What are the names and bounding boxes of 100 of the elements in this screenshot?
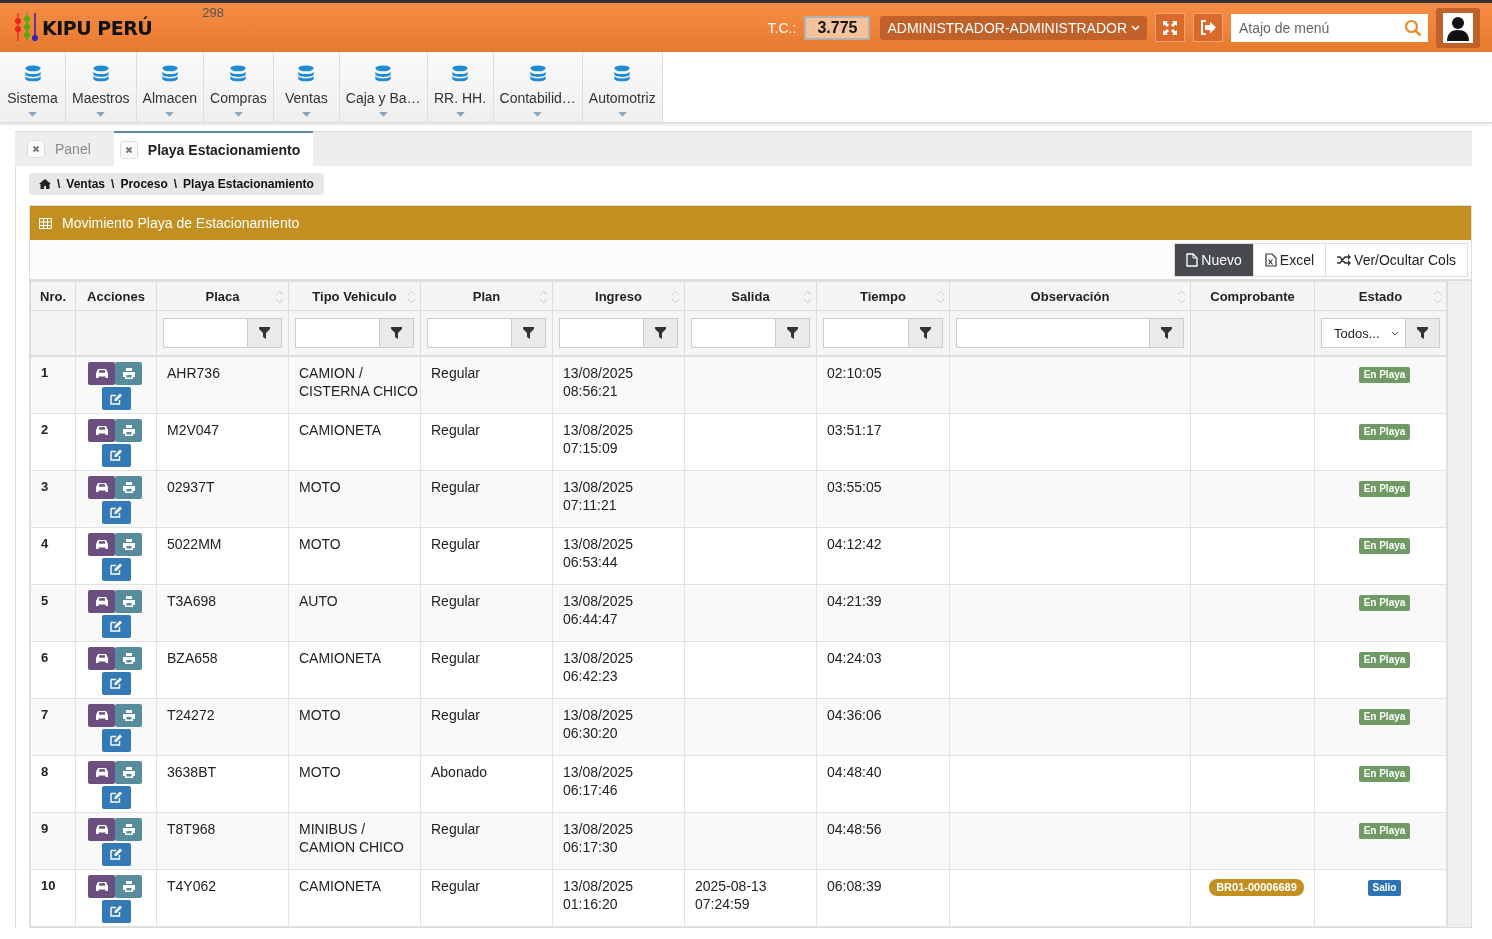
- table-cell: 03:51:17: [816, 413, 950, 470]
- print-button[interactable]: [115, 532, 142, 556]
- breadcrumb-link[interactable]: Proceso: [120, 177, 168, 191]
- table-cell: 3638BT: [156, 755, 289, 812]
- file-icon: [1186, 252, 1199, 267]
- menu-item[interactable]: Almacen: [136, 52, 205, 122]
- menu-item[interactable]: Maestros: [66, 52, 137, 122]
- column-header[interactable]: Plan: [420, 281, 553, 311]
- vehicle-button[interactable]: [88, 362, 115, 385]
- logout-button[interactable]: [1193, 13, 1223, 42]
- edit-button[interactable]: [101, 557, 131, 581]
- edit-button[interactable]: [101, 785, 131, 809]
- table-cell: 1: [30, 356, 76, 413]
- vehicle-button[interactable]: [88, 703, 115, 727]
- filter-button[interactable]: [380, 318, 414, 348]
- menu-item[interactable]: Automotriz: [582, 52, 663, 122]
- vehicle-button[interactable]: [88, 475, 115, 499]
- breadcrumb-link[interactable]: Ventas: [66, 177, 106, 191]
- menu-item[interactable]: Sistema: [0, 52, 66, 122]
- filter-field[interactable]: [956, 318, 1150, 348]
- print-button[interactable]: [115, 760, 142, 784]
- vehicle-button[interactable]: [88, 760, 115, 784]
- menu-item[interactable]: Contabilid…: [493, 52, 583, 122]
- filter-button[interactable]: [248, 318, 282, 348]
- edit-button[interactable]: [101, 899, 131, 923]
- column-header[interactable]: Placa: [156, 281, 289, 311]
- column-header[interactable]: Ingreso: [552, 281, 685, 311]
- print-button[interactable]: [115, 874, 142, 898]
- printer-icon: [122, 481, 135, 493]
- car-icon: [94, 538, 109, 550]
- menu-item[interactable]: Compras: [204, 52, 274, 122]
- toolbar-button[interactable]: Nuevo: [1175, 243, 1253, 276]
- filter-field[interactable]: [691, 318, 776, 348]
- vehicle-button[interactable]: [88, 646, 115, 670]
- printer-icon: [122, 595, 135, 607]
- edit-button[interactable]: [101, 614, 131, 638]
- edit-button[interactable]: [101, 728, 131, 752]
- column-header[interactable]: Tiempo: [816, 281, 950, 311]
- edit-button[interactable]: [101, 671, 131, 695]
- menu-item[interactable]: Caja y Ba…: [339, 52, 428, 122]
- menu-item[interactable]: RR. HH.: [427, 52, 494, 122]
- filter-button[interactable]: [1406, 318, 1440, 348]
- filter-button[interactable]: [512, 318, 546, 348]
- column-header[interactable]: Tipo Vehiculo: [288, 281, 421, 311]
- filter-field[interactable]: [295, 318, 380, 348]
- filter-field[interactable]: [559, 318, 644, 348]
- vehicle-button[interactable]: [88, 589, 115, 613]
- table-cell: 13/08/2025 06:17:46: [552, 755, 685, 812]
- filter-button[interactable]: [1150, 318, 1184, 348]
- vehicle-button[interactable]: [88, 532, 115, 556]
- print-button[interactable]: [115, 418, 142, 442]
- funnel-icon: [391, 327, 402, 339]
- edit-button[interactable]: [101, 387, 131, 410]
- table-cell: Regular: [420, 812, 553, 869]
- car-icon: [94, 823, 109, 835]
- print-button[interactable]: [115, 703, 142, 727]
- user-avatar-button[interactable]: [1436, 7, 1480, 48]
- filter-button[interactable]: [909, 318, 943, 348]
- table-cell: 8: [30, 755, 76, 812]
- column-header[interactable]: Estado: [1314, 281, 1447, 311]
- print-button[interactable]: [115, 646, 142, 670]
- table-cell: 04:21:39: [816, 584, 950, 641]
- table-icon: [39, 217, 52, 229]
- table-cell: 02:10:05: [816, 356, 950, 413]
- panel-title: Movimiento Playa de Estacionamiento: [62, 215, 300, 231]
- filter-button[interactable]: [644, 318, 678, 348]
- column-header[interactable]: Observación: [949, 281, 1191, 311]
- user-dropdown[interactable]: ADMINISTRADOR-ADMINISTRADOR: [880, 15, 1147, 40]
- print-button[interactable]: [115, 362, 142, 385]
- close-icon[interactable]: [27, 139, 45, 158]
- menu-search-field[interactable]: Atajo de menú: [1231, 13, 1428, 42]
- column-header[interactable]: Salida: [684, 281, 817, 311]
- table-cell: Abonado: [420, 755, 553, 812]
- filter-field[interactable]: [427, 318, 512, 348]
- filter-button[interactable]: [776, 318, 810, 348]
- edit-button[interactable]: [101, 443, 131, 467]
- print-button[interactable]: [115, 475, 142, 499]
- print-button[interactable]: [115, 817, 142, 841]
- filter-field[interactable]: [823, 318, 909, 348]
- edit-button[interactable]: [101, 500, 131, 524]
- caret-icon: [455, 112, 465, 117]
- table-cell: 6: [30, 641, 76, 698]
- vehicle-button[interactable]: [88, 817, 115, 841]
- tab[interactable]: Playa Estacionamiento: [113, 131, 314, 166]
- table-cell: Regular: [420, 413, 553, 470]
- status-filter-dropdown[interactable]: Todos...: [1321, 318, 1406, 348]
- table-cell: Regular: [420, 527, 553, 584]
- vehicle-button[interactable]: [88, 418, 115, 442]
- breadcrumb-link[interactable]: Playa Estacionamiento: [183, 177, 314, 191]
- filter-field[interactable]: [163, 318, 248, 348]
- print-button[interactable]: [115, 589, 142, 613]
- table-cell: T8T968: [156, 812, 289, 869]
- table-cell: 13/08/2025 06:17:30: [552, 812, 685, 869]
- vehicle-button[interactable]: [88, 874, 115, 898]
- menu-item[interactable]: Ventas: [273, 52, 340, 122]
- fullscreen-button[interactable]: [1155, 13, 1185, 42]
- close-icon[interactable]: [119, 140, 138, 159]
- table-cell: MOTO: [288, 698, 421, 755]
- edit-button[interactable]: [101, 842, 131, 866]
- table-cell: 13/08/2025 07:15:09: [552, 413, 685, 470]
